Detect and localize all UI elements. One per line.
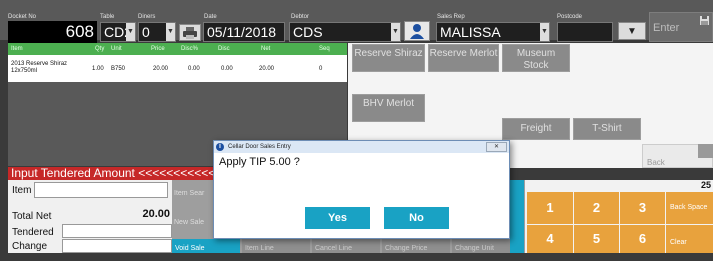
keypad-display: 25	[700, 180, 711, 190]
col-item: Item	[11, 46, 23, 52]
key-1[interactable]: 1	[527, 192, 573, 224]
product-button[interactable]: Reserve Shiraz	[352, 44, 425, 72]
col-qty: Qty	[95, 46, 105, 52]
no-button[interactable]: No	[384, 207, 449, 229]
sales-rep-dropdown[interactable]: MALISSA ▼	[436, 22, 550, 42]
table-dropdown[interactable]: CD2 ▼	[100, 22, 136, 42]
void-sale-button[interactable]: Void Sale	[172, 239, 240, 253]
debtor-label: Debtor	[291, 14, 310, 20]
yes-button[interactable]: Yes	[305, 207, 370, 229]
enter-button[interactable]: Enter	[649, 12, 713, 42]
col-unit: Unit	[111, 46, 122, 52]
total-net-box: 20.00	[62, 207, 172, 223]
dialog-message: Apply TIP 5.00 ?	[219, 156, 300, 168]
product-button[interactable]: Freight	[502, 118, 570, 140]
item-line-button[interactable]: Item Line	[242, 239, 310, 253]
tendered-label: Tendered	[12, 227, 54, 238]
product-button[interactable]: T-Shirt	[573, 118, 641, 140]
date-field[interactable]: 05/11/2018	[203, 22, 285, 42]
chevron-down-icon: ▼	[540, 23, 549, 41]
info-icon: i	[216, 143, 224, 151]
back-space-button[interactable]: Back Space	[666, 192, 713, 224]
scroll-thumb[interactable]	[698, 144, 713, 158]
row-disc-pct: 0.00	[188, 66, 200, 72]
total-net-label: Total Net	[12, 211, 52, 222]
close-button[interactable]: ✕	[486, 142, 507, 152]
key-4[interactable]: 4	[527, 225, 573, 253]
postcode-label: Postcode	[557, 14, 583, 20]
change-field	[62, 239, 172, 253]
row-seq: 0	[319, 66, 323, 72]
debtor-dropdown[interactable]: CDS ▼	[289, 22, 401, 42]
key-5[interactable]: 5	[574, 225, 619, 253]
printer-icon	[183, 27, 197, 39]
change-unit-button[interactable]: Change Unit	[452, 239, 510, 253]
product-button[interactable]: Reserve Merlot	[428, 44, 499, 72]
sales-rep-value: MALISSA	[440, 24, 501, 40]
date-label: Date	[204, 14, 217, 20]
row-unit: B750	[111, 66, 126, 72]
item-label: Item	[12, 185, 32, 196]
product-button[interactable]: Museum Stock	[502, 44, 570, 72]
key-6[interactable]: 6	[620, 225, 665, 253]
chevron-down-icon: ▼	[126, 23, 135, 41]
diners-dropdown[interactable]: 0 ▼	[138, 22, 176, 42]
table-label: Table	[100, 14, 115, 20]
diners-label: Diners	[138, 14, 156, 20]
key-3[interactable]: 3	[620, 192, 665, 224]
row-qty: 1.00	[92, 66, 104, 72]
product-button[interactable]: BHV Merlot	[352, 94, 425, 122]
close-icon: ✕	[493, 144, 500, 150]
col-price: Price	[151, 46, 165, 52]
debtor-value: CDS	[293, 24, 323, 40]
enter-label: Enter	[653, 22, 680, 34]
key-2[interactable]: 2	[574, 192, 619, 224]
expand-button[interactable]: ▼	[618, 22, 646, 40]
col-net: Net	[261, 46, 271, 52]
grid-header: Item Qty Unit Price Disc% Disc Net Seq	[8, 43, 347, 55]
dialog-title-text: Cellar Door Sales Entry	[228, 144, 291, 150]
row-net: 20.00	[259, 66, 275, 72]
col-disc: Disc	[218, 46, 230, 52]
person-button[interactable]	[404, 21, 430, 41]
sales-rep-label: Sales Rep	[437, 14, 465, 20]
person-icon	[410, 24, 424, 39]
col-disc-pct: Disc%	[181, 46, 199, 52]
docket-no-label: Docket No	[8, 14, 37, 20]
table-row[interactable]: 2013 Reserve Shiraz 12x750ml 1.00 B750 2…	[8, 55, 347, 82]
docket-no-display: 608	[8, 21, 97, 43]
dialog-title: Cellar Door Sales Entry	[214, 141, 509, 153]
row-disc: 0.00	[221, 66, 233, 72]
diners-value: 0	[142, 24, 150, 40]
postcode-field[interactable]	[557, 22, 613, 42]
row-price: 20.00	[153, 66, 169, 72]
side-accent	[510, 180, 524, 253]
total-net-value: 20.00	[142, 208, 170, 220]
item-search-button[interactable]: Item Sear	[174, 190, 218, 197]
change-label: Change	[12, 241, 48, 252]
chevron-down-icon: ▼	[166, 23, 175, 41]
chevron-down-icon: ▼	[391, 23, 400, 41]
cancel-line-button[interactable]: Cancel Line	[312, 239, 380, 253]
confirm-dialog: Cellar Door Sales Entry i ✕ Apply TIP 5.…	[213, 140, 510, 239]
col-seq: Seq	[319, 46, 330, 52]
new-sale-button[interactable]: New Sale	[174, 219, 218, 226]
tendered-field[interactable]	[62, 224, 172, 238]
input-tendered-bar: Input Tendered Amount <<<<<<<<<<<<<<<<	[8, 167, 218, 180]
row-item: 2013 Reserve Shiraz 12x750ml	[11, 61, 68, 74]
printer-button[interactable]	[179, 24, 201, 41]
save-icon	[700, 16, 709, 25]
clear-button[interactable]: Clear	[666, 225, 713, 253]
chevron-down-icon: ▼	[627, 26, 637, 37]
item-input[interactable]	[34, 182, 168, 198]
change-price-button[interactable]: Change Price	[382, 239, 450, 253]
